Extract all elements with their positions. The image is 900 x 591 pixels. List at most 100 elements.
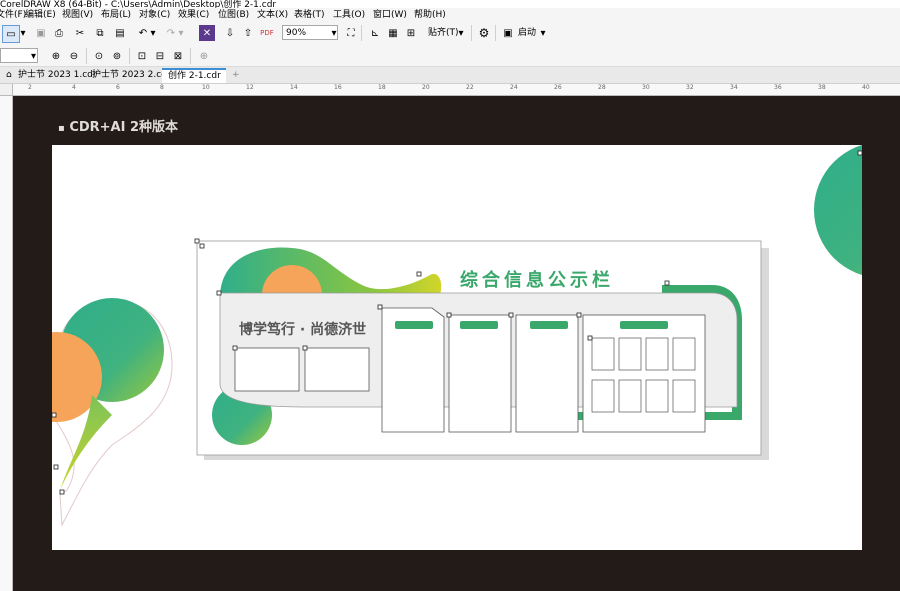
plus-icon: +	[232, 70, 240, 80]
selection-handle	[59, 489, 65, 495]
selection-handle	[52, 412, 57, 418]
selection-handle	[416, 271, 422, 277]
zoom-dropdown-icon[interactable]: ▾	[330, 25, 338, 41]
ruler-tick: 28	[598, 84, 606, 91]
ruler-tick: 32	[686, 84, 694, 91]
menu-bitmaps[interactable]: 位图(B)	[218, 8, 249, 22]
vertical-ruler[interactable]	[0, 84, 13, 591]
ruler-tick: 8	[160, 84, 164, 91]
add-icon[interactable]: ⊕	[196, 48, 212, 64]
tab-label: 创作 2-1.cdr	[168, 71, 221, 81]
menu-object[interactable]: 对象(C)	[139, 8, 170, 22]
ruler-tick: 26	[554, 84, 562, 91]
horizontal-ruler[interactable]: 2 4 6 8 10 12 14 16 18 20 22 24 26 28 30…	[12, 84, 900, 96]
launch-button[interactable]: 启动	[518, 25, 536, 41]
paste-icon[interactable]: ▤	[112, 25, 128, 41]
import-icon[interactable]: ⇩	[222, 25, 238, 41]
zoom-selected-icon[interactable]: ⊙	[91, 48, 107, 64]
cut-icon[interactable]: ✂	[72, 25, 88, 41]
menu-table[interactable]: 表格(T)	[294, 8, 325, 22]
show-grid-icon[interactable]: ▦	[385, 25, 401, 41]
toolbar-separator	[129, 48, 130, 64]
selection-handle	[199, 243, 205, 249]
menu-file[interactable]: 文件(F)	[0, 8, 26, 22]
menu-view[interactable]: 视图(V)	[62, 8, 93, 22]
design-artwork[interactable]	[52, 145, 862, 550]
redo-dropdown-icon[interactable]: ▾	[176, 25, 186, 41]
save-icon[interactable]: ▣	[33, 25, 49, 41]
ruler-tick: 18	[378, 84, 386, 91]
zoom-all-objects-icon[interactable]: ⊚	[109, 48, 125, 64]
ruler-tick: 34	[730, 84, 738, 91]
copy-icon[interactable]: ⧉	[92, 25, 108, 41]
ruler-tick: 10	[202, 84, 210, 91]
ruler-tick: 40	[862, 84, 870, 91]
search-content-icon[interactable]: ✕	[199, 25, 215, 41]
selection-handle	[664, 280, 670, 286]
dropdown-arrow-icon[interactable]: ▾	[18, 25, 28, 41]
menu-text[interactable]: 文本(X)	[257, 8, 288, 22]
card	[591, 337, 615, 371]
launch-dropdown-icon[interactable]: ▾	[538, 25, 548, 41]
board-header-bar	[530, 321, 568, 329]
selection-handle	[508, 312, 514, 318]
full-screen-icon[interactable]: ⛶	[343, 25, 359, 41]
ruler-tick: 2	[28, 84, 32, 91]
zoom-page-width-icon[interactable]: ⊟	[152, 48, 168, 64]
card	[645, 337, 669, 371]
snap-to-button[interactable]: 贴齐(T)	[428, 25, 459, 41]
home-icon: ⌂	[6, 70, 12, 80]
selection-handle	[216, 290, 222, 296]
export-icon[interactable]: ⇧	[240, 25, 256, 41]
new-tab-button[interactable]: +	[226, 68, 246, 83]
standard-toolbar: ▭ ▾ ▣ ⎙ ✂ ⧉ ▤ ↶ ▾ ↷ ▾ ✕ ⇩ ⇧ PDF 90% ▾ ⛶ …	[0, 22, 900, 45]
selection-handle	[857, 150, 862, 156]
notice-board-wide	[582, 314, 706, 433]
ruler-tick: 36	[774, 84, 782, 91]
zoom-page-icon[interactable]: ⊡	[134, 48, 150, 64]
options-gear-icon[interactable]: ⚙	[476, 25, 492, 41]
tab-document-3-active[interactable]: 创作 2-1.cdr	[162, 68, 226, 83]
document-page[interactable]	[52, 145, 862, 550]
menu-help[interactable]: 帮助(H)	[414, 8, 446, 22]
print-icon[interactable]: ⎙	[51, 25, 67, 41]
board-header-bar	[460, 321, 498, 329]
property-dropdown-icon[interactable]: ▾	[29, 48, 38, 64]
publish-pdf-icon[interactable]: PDF	[259, 25, 275, 41]
toolbar-separator	[190, 48, 191, 64]
decor-circle-right	[814, 145, 862, 275]
selection-handle	[377, 304, 383, 310]
zoom-level-value: 90%	[286, 28, 307, 38]
show-guidelines-icon[interactable]: ⊞	[403, 25, 419, 41]
toolbar-separator	[361, 25, 362, 41]
panel-title: 综合信息公示栏	[460, 270, 614, 291]
file-icon: ▪	[58, 123, 65, 134]
card	[645, 379, 669, 413]
ruler-tick: 6	[116, 84, 120, 91]
snap-dropdown-icon[interactable]: ▾	[457, 25, 465, 41]
menu-effects[interactable]: 效果(C)	[178, 8, 209, 22]
menu-bar: 文件(F) 编辑(E) 视图(V) 布局(L) 对象(C) 效果(C) 位图(B…	[0, 8, 900, 22]
selection-handle	[576, 312, 582, 318]
zoom-in-icon[interactable]: ⊕	[48, 48, 64, 64]
card	[591, 379, 615, 413]
ruler-tick: 22	[466, 84, 474, 91]
zoom-out-icon[interactable]: ⊖	[66, 48, 82, 64]
application-launcher-icon[interactable]: ▣	[500, 25, 516, 41]
menu-layout[interactable]: 布局(L)	[101, 8, 131, 22]
zoom-page-height-icon[interactable]: ⊠	[170, 48, 186, 64]
ruler-corner[interactable]	[0, 84, 13, 96]
selection-handle	[587, 335, 593, 341]
show-rulers-icon[interactable]: ⊾	[367, 25, 383, 41]
toolbar-separator	[86, 48, 87, 64]
card	[618, 379, 642, 413]
notice-board	[448, 314, 512, 433]
menu-tools[interactable]: 工具(O)	[333, 8, 365, 22]
undo-dropdown-icon[interactable]: ▾	[148, 25, 158, 41]
menu-window[interactable]: 窗口(W)	[373, 8, 407, 22]
caption-text: CDR+AI 2种版本	[69, 120, 179, 135]
canvas-caption: ▪ CDR+AI 2种版本	[58, 116, 178, 135]
menu-edit[interactable]: 编辑(E)	[25, 8, 56, 22]
tab-label: 护士节 2023 2.cdr	[92, 70, 171, 80]
ruler-tick: 4	[72, 84, 76, 91]
